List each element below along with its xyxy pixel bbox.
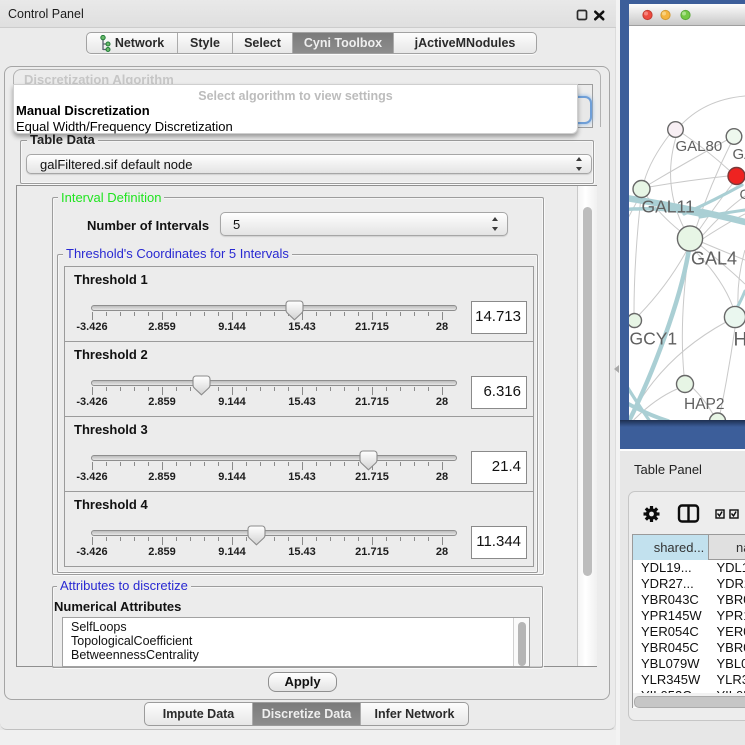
svg-text:C: C bbox=[740, 186, 745, 202]
svg-text:GA: GA bbox=[733, 146, 745, 163]
svg-text:GAL4: GAL4 bbox=[691, 249, 737, 269]
svg-text:GAL11: GAL11 bbox=[642, 197, 695, 217]
svg-text:GCY1: GCY1 bbox=[630, 329, 678, 349]
svg-text:H: H bbox=[734, 330, 745, 351]
svg-text:HAP2: HAP2 bbox=[684, 396, 725, 413]
svg-text:GAL80: GAL80 bbox=[676, 138, 723, 155]
